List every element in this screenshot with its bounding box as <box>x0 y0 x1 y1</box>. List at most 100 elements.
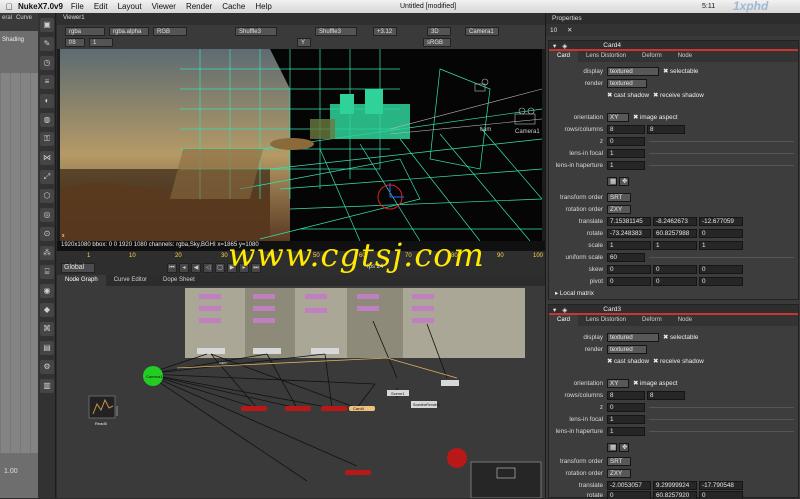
other-icon[interactable]: ◉ <box>40 284 54 298</box>
tab-node[interactable]: Node <box>670 315 700 326</box>
card3-name[interactable]: Card3 <box>603 306 621 313</box>
uniform-scale-slider[interactable] <box>649 257 794 258</box>
lens-haperture-field[interactable]: 1 <box>607 427 645 436</box>
card-node-2[interactable] <box>285 406 311 411</box>
uniform-scale-field[interactable]: 60 <box>607 253 645 262</box>
tab-lens-distortion[interactable]: Lens Distortion <box>578 51 634 62</box>
y-field[interactable]: Y <box>297 38 311 47</box>
color-icon[interactable]: ◐ <box>40 94 54 108</box>
local-matrix-toggle[interactable]: ▸ Local matrix <box>555 290 594 297</box>
skew-x-field[interactable]: 0 <box>607 265 651 274</box>
rotate-y-field[interactable]: 60.8257988 <box>653 229 697 238</box>
b-input-dropdown[interactable]: Shuffle3 <box>315 27 357 36</box>
transform-order-dropdown[interactable]: SRT <box>607 457 631 466</box>
views-icon[interactable]: ◎ <box>40 208 54 222</box>
node-a[interactable] <box>199 294 221 299</box>
channel-icon[interactable]: ≡ <box>40 75 54 89</box>
node-graph-canvas[interactable]: Camera1 Read5 Card4 Scene1 ScanlineRende… <box>57 286 545 498</box>
transform-handle-icon[interactable]: ▦ <box>607 177 617 186</box>
plugins-icon[interactable]: ▤ <box>40 341 54 355</box>
lens-haperture-slider[interactable] <box>649 165 794 166</box>
transform-icon[interactable]: ⤢ <box>40 170 54 184</box>
lens-focal-field[interactable]: 1 <box>607 415 645 424</box>
frame-field[interactable]: 1 <box>89 38 113 47</box>
translate-y-field[interactable]: -8.2462673 <box>653 217 697 226</box>
panel-collapse-icon[interactable]: ▾ <box>553 42 556 50</box>
lens-focal-field[interactable]: 1 <box>607 149 645 158</box>
selectable-checkbox[interactable]: ✖ selectable <box>663 334 698 341</box>
merge-icon[interactable]: ⋈ <box>40 151 54 165</box>
camera-node-red[interactable] <box>447 448 467 468</box>
tab-curve-editor[interactable]: Curve Editor <box>106 275 155 286</box>
menu-cache[interactable]: Cache <box>222 2 245 11</box>
columns-field[interactable]: 8 <box>647 391 685 400</box>
tab-dope-sheet[interactable]: Dope Sheet <box>155 275 203 286</box>
z-field[interactable]: 0 <box>607 137 645 146</box>
card-node-3[interactable] <box>321 406 347 411</box>
apple-icon[interactable]:  <box>0 2 18 12</box>
rotate-x-field[interactable]: -73.248383 <box>607 229 651 238</box>
menu-help[interactable]: Help <box>255 2 271 11</box>
card-node-5[interactable] <box>345 470 371 475</box>
translate-z-field[interactable]: -17.790548 <box>699 481 743 490</box>
draw-icon[interactable]: ✎ <box>40 37 54 51</box>
tab-deform[interactable]: Deform <box>634 315 670 326</box>
translate-x-field[interactable]: -2.0053057 <box>607 481 651 490</box>
first-frame-icon[interactable]: ⏮ <box>167 263 177 273</box>
close-all-icon[interactable]: ✕ <box>567 27 572 34</box>
global-range-dropdown[interactable]: Global <box>61 263 95 273</box>
pivot-y-field[interactable]: 0 <box>653 277 697 286</box>
lens-focal-slider[interactable] <box>649 419 794 420</box>
pivot-z-field[interactable]: 0 <box>699 277 743 286</box>
image-aspect-checkbox[interactable]: ✖ image aspect <box>633 114 677 121</box>
group-node-2[interactable] <box>253 348 281 354</box>
selectable-checkbox[interactable]: ✖ selectable <box>663 68 698 75</box>
scale-z-field[interactable]: 1 <box>699 241 743 250</box>
cast-shadow-checkbox[interactable]: ✖ cast shadow <box>607 358 649 365</box>
transform-handle-icon[interactable]: ▦ <box>607 443 617 452</box>
filter-icon[interactable]: ◍ <box>40 113 54 127</box>
alpha-dropdown[interactable]: rgba.alpha <box>109 27 149 36</box>
menu-layout[interactable]: Layout <box>118 2 142 11</box>
skew-y-field[interactable]: 0 <box>653 265 697 274</box>
receive-shadow-checkbox[interactable]: ✖ receive shadow <box>653 92 704 99</box>
skew-z-field[interactable]: 0 <box>699 265 743 274</box>
image-aspect-checkbox[interactable]: ✖ image aspect <box>633 380 677 387</box>
tab-deform[interactable]: Deform <box>634 51 670 62</box>
menu-render[interactable]: Render <box>186 2 212 11</box>
display-dropdown[interactable]: textured <box>607 67 659 76</box>
gain-field[interactable]: +3.12 <box>373 27 397 36</box>
viewer-tab[interactable]: Viewer1 <box>57 13 545 25</box>
panel-collapse-icon[interactable]: ▾ <box>553 306 556 314</box>
rows-field[interactable]: 8 <box>607 125 645 134</box>
tab-card[interactable]: Card <box>549 315 579 326</box>
group-node-3[interactable] <box>311 348 339 354</box>
group-node-1[interactable] <box>197 348 225 354</box>
viewer-canvas[interactable]: cam Camera1 x <box>60 49 542 241</box>
navigator-minimap[interactable] <box>470 461 542 498</box>
tab-card[interactable]: Card <box>549 51 579 62</box>
lens-focal-slider[interactable] <box>649 153 794 154</box>
tab-curve[interactable]: Curve <box>14 13 34 31</box>
prev-key-icon[interactable]: ◂ <box>179 263 189 273</box>
translate-z-field[interactable]: -12.677059 <box>699 217 743 226</box>
z-slider[interactable] <box>649 141 794 142</box>
card4-name[interactable]: Card4 <box>603 42 621 49</box>
panel-node-icon[interactable]: ◈ <box>562 306 567 314</box>
scale-y-field[interactable]: 1 <box>653 241 697 250</box>
axis-icon[interactable]: ✥ <box>619 443 629 452</box>
furnace-icon[interactable]: ◆ <box>40 303 54 317</box>
ocula-icon[interactable]: ⌘ <box>40 322 54 336</box>
display-dropdown[interactable]: RGB <box>153 27 187 36</box>
translate-x-field[interactable]: 7.15381145 <box>607 217 651 226</box>
fstop-field[interactable]: f/8 <box>65 38 85 47</box>
keyer-icon[interactable]: ⚿ <box>40 132 54 146</box>
z-field[interactable]: 0 <box>607 403 645 412</box>
panel-node-icon[interactable]: ◈ <box>562 42 567 50</box>
receive-shadow-checkbox[interactable]: ✖ receive shadow <box>653 358 704 365</box>
translate-y-field[interactable]: 9.29999924 <box>653 481 697 490</box>
tab-node[interactable]: Node <box>670 51 700 62</box>
z-slider[interactable] <box>649 407 794 408</box>
tab-lens-distortion[interactable]: Lens Distortion <box>578 315 634 326</box>
render-dropdown[interactable]: textured <box>607 345 647 354</box>
